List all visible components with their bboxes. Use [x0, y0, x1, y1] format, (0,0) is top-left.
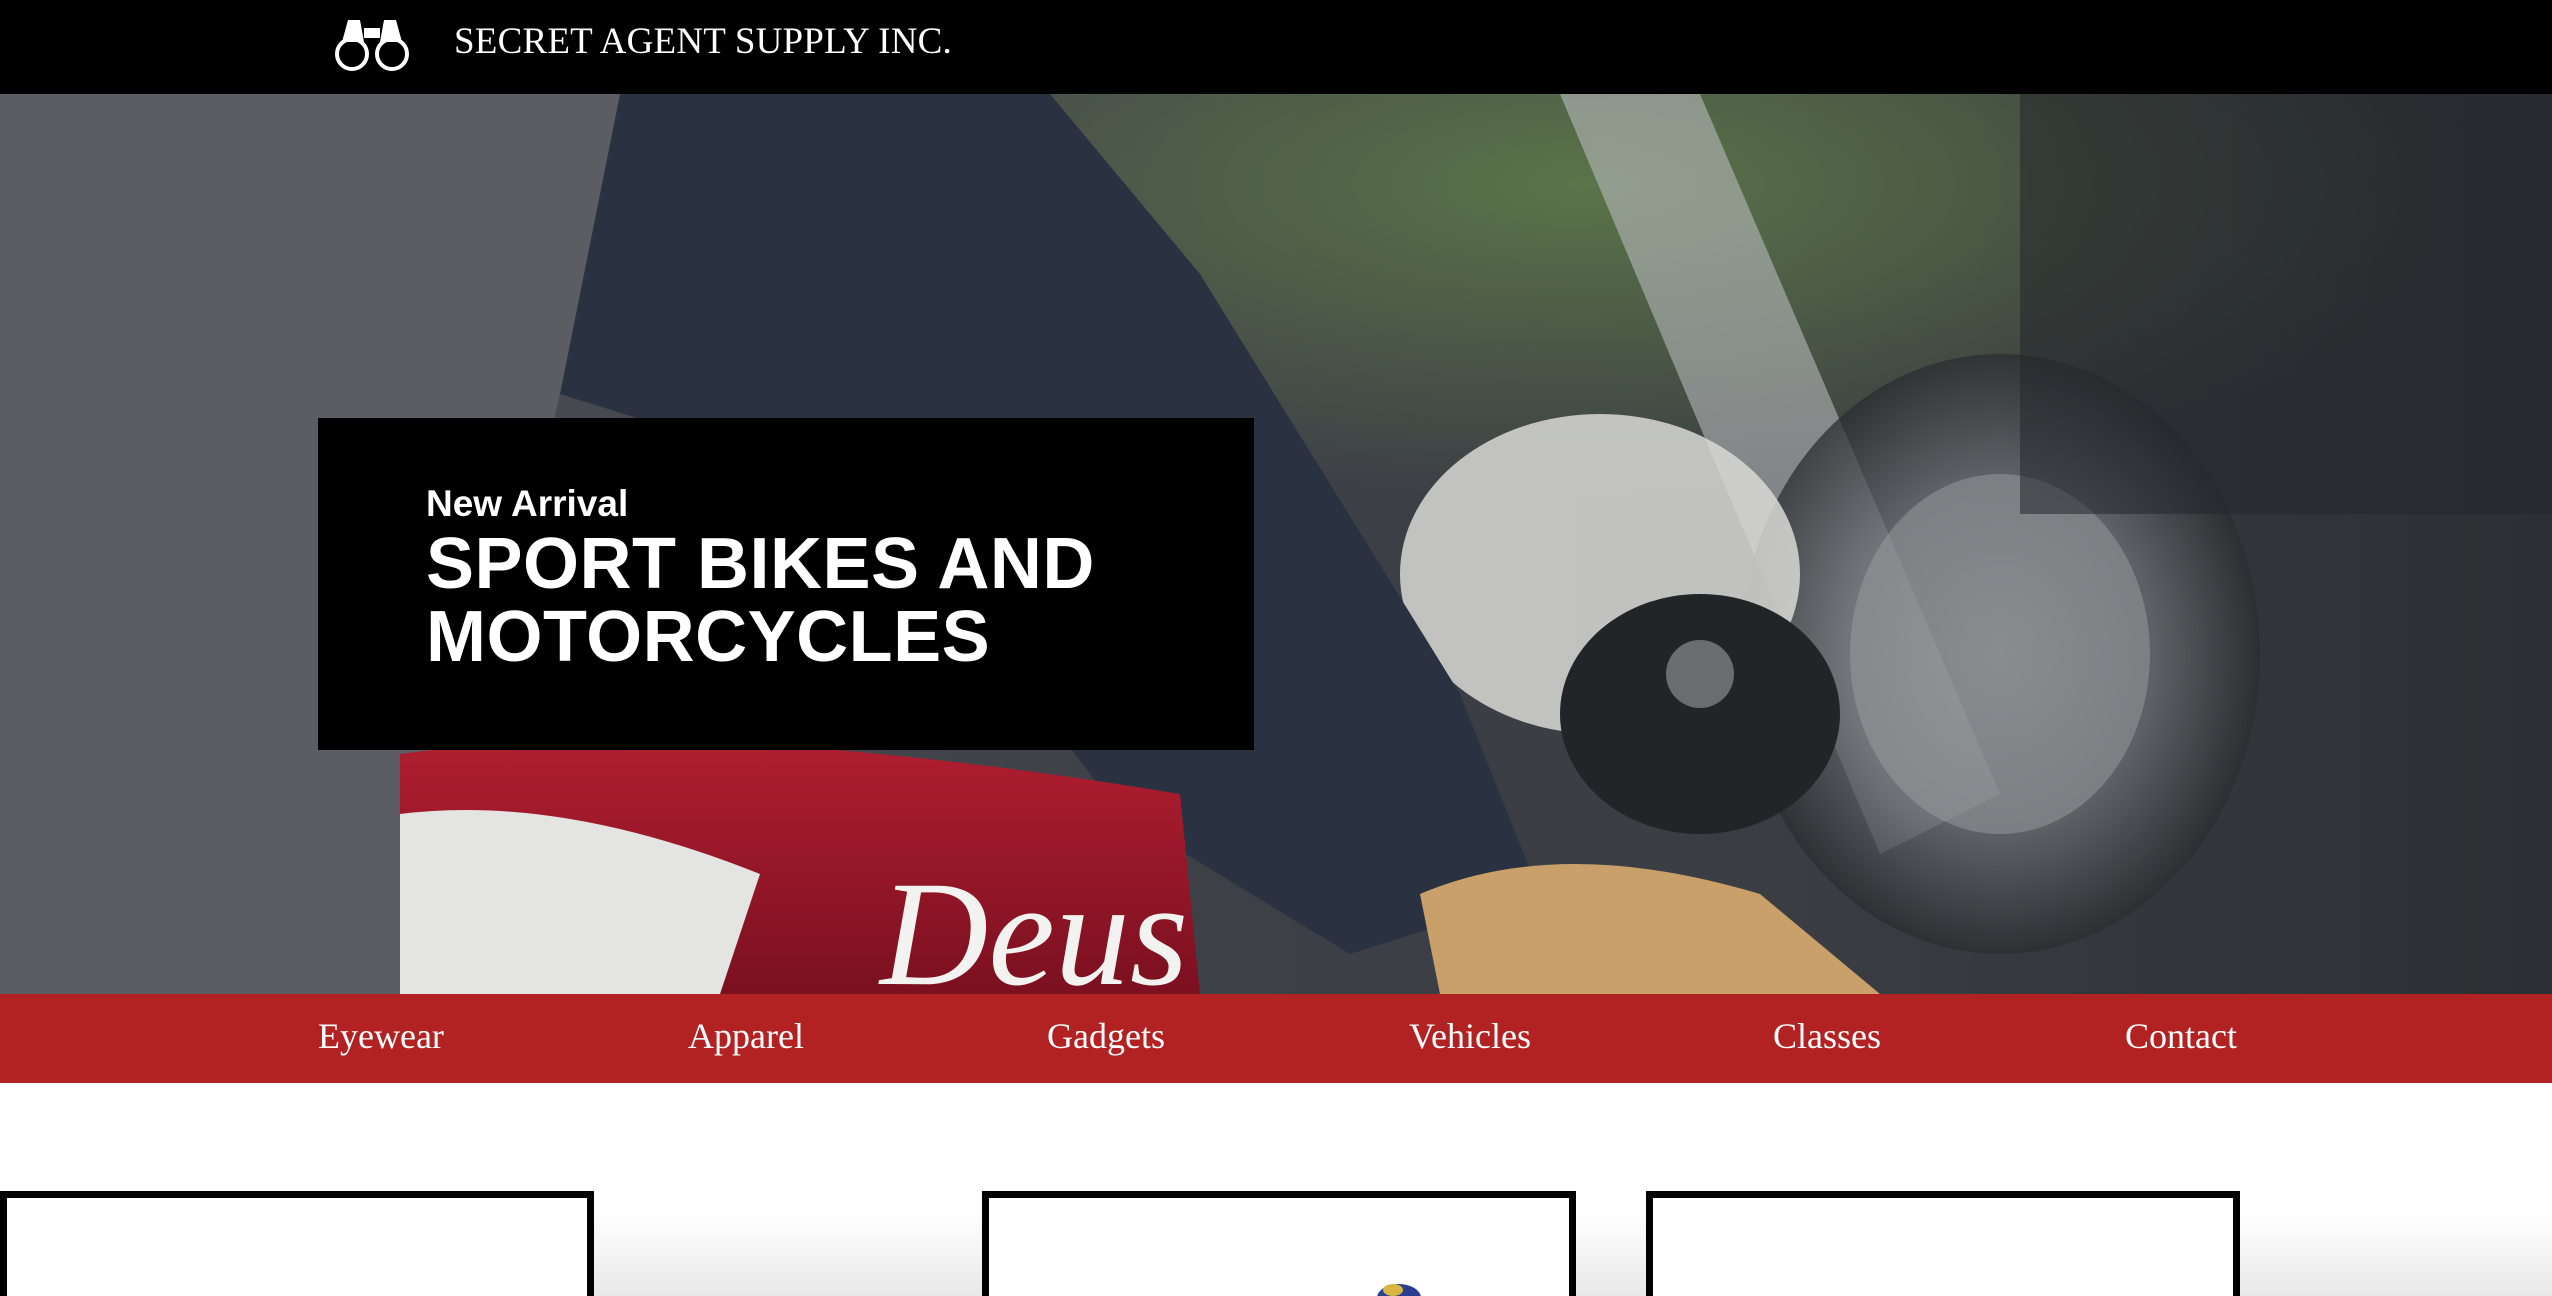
nav-item-gadgets[interactable]: Gadgets — [1047, 1014, 1165, 1058]
category-nav: Eyewear Apparel Gadgets Vehicles Classes… — [0, 994, 2552, 1083]
nav-item-apparel[interactable]: Apparel — [688, 1014, 804, 1058]
nav-item-contact[interactable]: Contact — [2125, 1014, 2237, 1058]
nav-item-eyewear[interactable]: Eyewear — [318, 1014, 444, 1058]
hero-title: SPORT BIKES AND MOTORCYCLES — [426, 524, 1095, 677]
hero-eyebrow: New Arrival — [426, 483, 629, 524]
product-card[interactable] — [982, 1191, 1576, 1296]
binoculars-icon[interactable] — [332, 14, 420, 74]
product-card[interactable] — [0, 1191, 594, 1296]
brand-name[interactable]: SECRET AGENT SUPPLY INC. — [454, 20, 952, 64]
site-header: SECRET AGENT SUPPLY INC. — [0, 0, 2552, 94]
product-eyewear-thumbnail — [1377, 1284, 1421, 1296]
hero-promo-card[interactable]: New Arrival SPORT BIKES AND MOTORCYCLES — [318, 418, 1254, 750]
product-gadget-thumbnail — [1653, 1198, 2233, 1296]
product-card[interactable] — [1646, 1191, 2240, 1296]
nav-item-classes[interactable]: Classes — [1773, 1014, 1881, 1058]
product-grid — [0, 1083, 2552, 1296]
svg-text:Deus: Deus — [878, 851, 1188, 994]
hero-banner: Deus New Arrival SPORT BIKES AND MOTORCY… — [0, 94, 2552, 994]
nav-item-vehicles[interactable]: Vehicles — [1409, 1014, 1531, 1058]
